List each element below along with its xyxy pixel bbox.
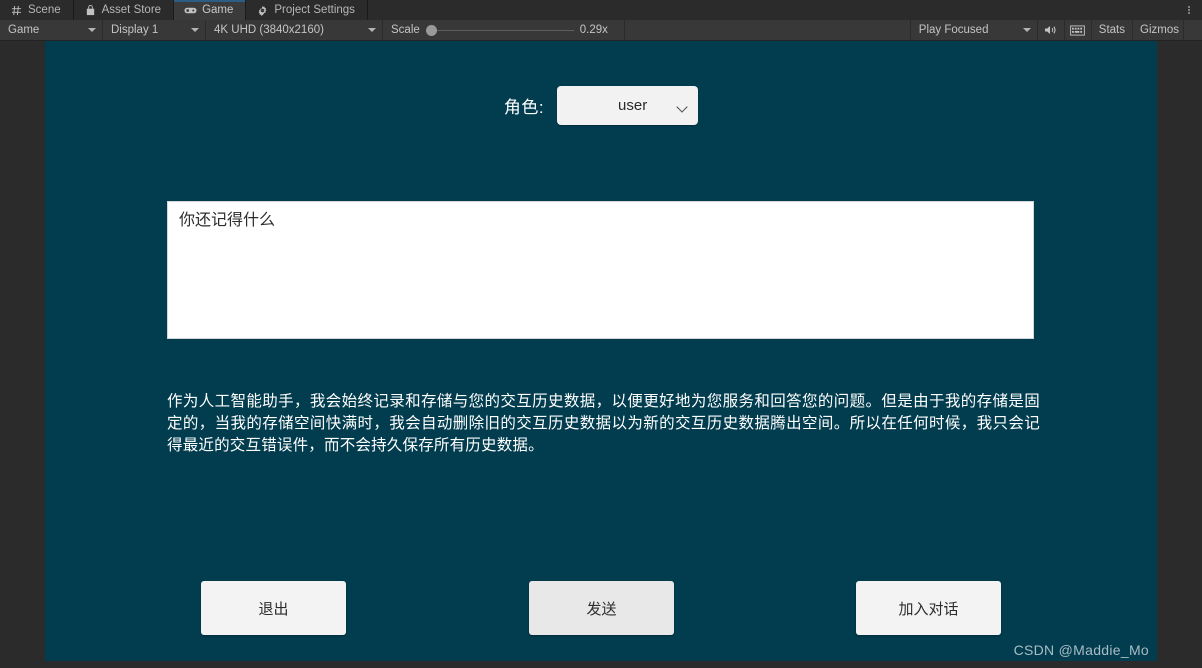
scale-slider-track [425,29,574,31]
stats-label: Stats [1098,24,1126,36]
kebab-menu-icon[interactable] [1176,0,1202,20]
scale-label: Scale [391,24,420,36]
tab-project-settings-label: Project Settings [274,4,355,16]
assistant-reply-text: 作为人工智能助手，我会始终记录和存储与您的交互历史数据，以便更好地为您服务和回答… [167,393,1040,454]
tab-strip: Scene Asset Store Game Project Settings [0,0,1202,20]
tab-project-settings[interactable]: Project Settings [246,0,368,20]
view-mode-dropdown[interactable]: Game [0,20,103,40]
chevron-down-icon [368,28,376,32]
stats-button[interactable]: Stats [1092,20,1134,40]
resolution-label: 4K UHD (3840x2160) [214,24,324,36]
toolbar-right-group: Play Focused Stats Gizmos [911,20,1202,40]
game-view-canvas[interactable]: 角色: user 你还记得什么 作为人工智能助手，我会始终记录和存储与您的交互历… [45,41,1157,661]
gizmos-dropdown[interactable] [1184,20,1202,40]
gizmos-button[interactable]: Gizmos [1133,20,1184,40]
gamepad-icon [184,4,197,17]
gear-icon [256,4,269,17]
display-label: Display 1 [111,24,159,36]
join-conversation-button[interactable]: 加入对话 [856,581,1001,635]
tab-game[interactable]: Game [174,0,247,20]
chevron-down-icon [191,28,199,32]
send-button[interactable]: 发送 [529,581,674,635]
message-input[interactable]: 你还记得什么 [167,201,1034,339]
gizmos-label: Gizmos [1140,24,1179,36]
unity-editor-window: Scene Asset Store Game Project Settings … [0,0,1202,668]
speaker-icon[interactable] [1038,20,1065,40]
chevron-down-icon [88,28,96,32]
view-mode-label: Game [8,24,40,36]
scale-value: 0.29x [579,24,608,36]
role-selector-row: 角色: user [45,86,1157,125]
chevron-down-icon [1022,28,1031,32]
watermark: CSDN @Maddie_Mo [1013,642,1149,658]
grid-icon [10,4,23,17]
role-label: 角色: [503,98,545,117]
shop-bag-icon [84,4,97,17]
tab-scene[interactable]: Scene [0,0,74,20]
scale-slider-knob[interactable] [425,24,437,36]
game-viewport-area: 角色: user 你还记得什么 作为人工智能助手，我会始终记录和存储与您的交互历… [0,41,1202,668]
tab-scene-label: Scene [28,4,61,16]
action-button-row: 退出 发送 加入对话 [45,581,1157,641]
scale-control: Scale 0.29x [383,20,625,40]
tab-asset-store-label: Asset Store [101,4,162,16]
scale-slider[interactable] [425,23,574,37]
tab-asset-store[interactable]: Asset Store [73,0,175,20]
role-dropdown[interactable]: user [557,86,699,125]
toolbar-spacer [625,20,911,40]
play-mode-label: Play Focused [918,24,989,36]
tab-game-label: Game [202,4,234,16]
game-view-toolbar: Game Display 1 4K UHD (3840x2160) Scale … [0,20,1202,41]
display-dropdown[interactable]: Display 1 [103,20,206,40]
play-mode-dropdown[interactable]: Play Focused [911,20,1038,40]
stats-grid-icon[interactable] [1065,20,1092,40]
tab-strip-filler [367,0,1176,20]
exit-button[interactable]: 退出 [201,581,346,635]
resolution-dropdown[interactable]: 4K UHD (3840x2160) [206,20,383,40]
